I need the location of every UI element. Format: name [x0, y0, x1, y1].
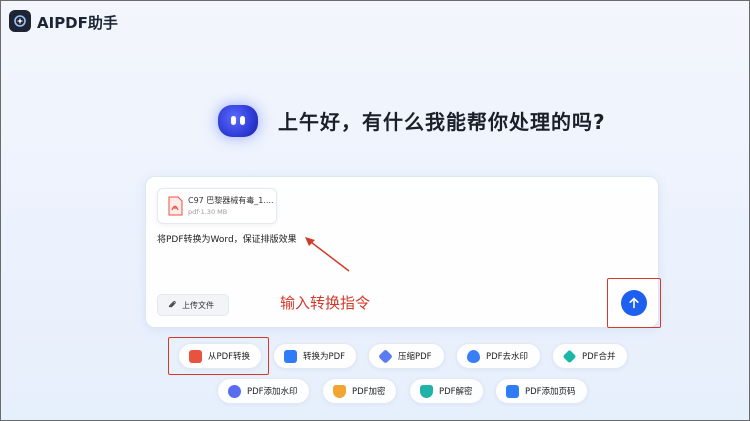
annotation-label: 输入转换指令 — [280, 294, 371, 312]
tool-label: PDF去水印 — [486, 352, 529, 362]
annotation-box-send — [607, 278, 661, 328]
tool-label: 压缩PDF — [398, 352, 432, 362]
annotation-arrow — [305, 237, 350, 272]
tool-label: PDF添加页码 — [525, 387, 576, 397]
upload-file-button[interactable]: 上传文件 — [157, 294, 229, 316]
remove-watermark-icon — [467, 349, 480, 363]
tool-decrypt-pdf[interactable]: PDF解密 — [409, 378, 484, 404]
merge-icon — [562, 349, 577, 363]
app-logo-icon[interactable] — [9, 10, 31, 32]
tool-label: PDF解密 — [439, 387, 473, 397]
attached-file-chip[interactable]: C97 巴黎器械有毒_1.... pdf·1.30 MB — [157, 188, 277, 224]
tool-label: PDF加密 — [352, 387, 386, 397]
app-title: AIPDF助手 — [37, 14, 118, 32]
tool-remove-watermark[interactable]: PDF去水印 — [456, 343, 541, 369]
tool-label: 转换为PDF — [303, 352, 346, 362]
tool-compress-pdf[interactable]: 压缩PDF — [368, 343, 445, 369]
upload-file-label: 上传文件 — [182, 301, 214, 310]
add-watermark-icon — [228, 384, 241, 398]
tool-to-pdf[interactable]: 转换为PDF — [273, 343, 357, 369]
file-meta: pdf·1.30 MB — [188, 208, 228, 216]
assistant-avatar-icon — [218, 105, 258, 137]
page-number-icon — [506, 384, 519, 398]
decrypt-icon — [420, 384, 433, 398]
prompt-text[interactable]: 将PDF转换为Word，保证排版效果 — [157, 232, 297, 245]
compress-icon — [378, 348, 393, 364]
top-bar: AIPDF助手 — [1, 1, 749, 43]
paperclip-icon — [168, 301, 176, 308]
tool-add-watermark[interactable]: PDF添加水印 — [217, 378, 310, 404]
annotation-box-convert-chip — [168, 337, 269, 375]
tool-label: PDF合并 — [582, 352, 616, 362]
greeting-heading: 上午好，有什么我能帮你处理的吗? — [278, 110, 606, 134]
tool-label: PDF添加水印 — [247, 387, 298, 397]
tool-add-page-number[interactable]: PDF添加页码 — [495, 378, 588, 404]
tool-encrypt-pdf[interactable]: PDF加密 — [322, 378, 397, 404]
encrypt-icon — [333, 384, 346, 398]
file-name: C97 巴黎器械有毒_1.... — [188, 196, 274, 205]
to-pdf-icon — [284, 349, 297, 363]
pdf-file-icon — [168, 196, 183, 216]
chat-input-card[interactable]: C97 巴黎器械有毒_1.... pdf·1.30 MB 将PDF转换为Word… — [145, 176, 659, 328]
tool-merge-pdf[interactable]: PDF合并 — [552, 343, 628, 369]
